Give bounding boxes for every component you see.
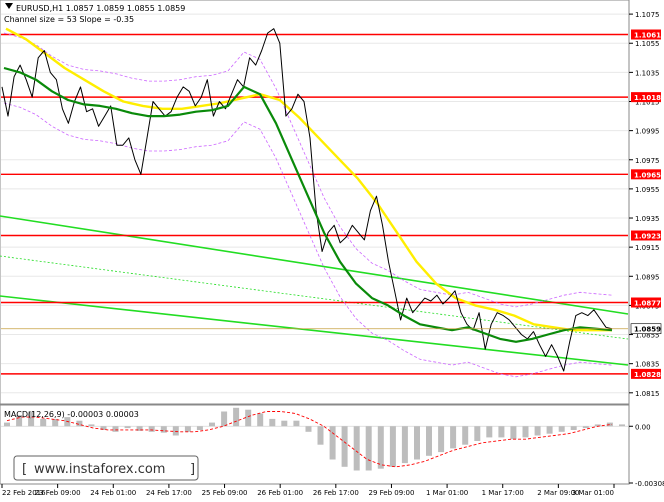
macd-histogram-bar xyxy=(414,426,420,460)
macd-histogram-bar xyxy=(401,426,408,464)
macd-histogram-bar xyxy=(486,426,493,438)
macd-histogram-bar xyxy=(305,426,312,432)
watermark-banner: [ www.instaforex.com ] xyxy=(13,455,199,481)
macd-histogram-bar xyxy=(196,426,203,430)
chart-svg: 1.10751.10551.10351.10151.09951.09751.09… xyxy=(0,0,664,498)
macd-histogram-bar xyxy=(498,426,505,438)
macd-histogram-bar xyxy=(510,426,517,440)
x-tick-label: 24 Feb 01:00 xyxy=(90,489,136,497)
level-tag-label: 1.1061 xyxy=(634,32,661,40)
y-tick-label: 1.0955 xyxy=(635,186,660,194)
macd-histogram-bar xyxy=(160,426,167,433)
chart-header: EURUSD,H1 1.0857 1.0859 1.0855 1.0859 xyxy=(16,4,185,13)
x-tick-label: 1 Mar 01:00 xyxy=(426,489,468,497)
macd-histogram-bar xyxy=(221,411,228,427)
macd-histogram-bar xyxy=(257,413,264,427)
x-tick-label: 23 Feb 09:00 xyxy=(35,489,81,497)
macd-histogram-bar xyxy=(570,426,577,430)
macd-histogram-bar xyxy=(317,426,324,445)
macd-histogram-bar xyxy=(450,426,457,449)
macd-histogram-bar xyxy=(124,426,131,429)
macd-histogram-bar xyxy=(438,426,445,453)
macd-histogram-bar xyxy=(377,426,384,469)
watermark-text: www.instaforex.com xyxy=(34,462,165,477)
y-tick-label: 1.1075 xyxy=(635,11,660,19)
macd-y-tick-label: -0.00308 xyxy=(635,480,664,488)
macd-histogram-bar xyxy=(233,407,240,427)
macd-histogram-bar xyxy=(365,426,372,471)
channel-info: Channel size = 53 Slope = -0.35 xyxy=(4,15,134,24)
level-tag-label: 1.0877 xyxy=(634,300,661,308)
macd-histogram-bar xyxy=(281,420,288,427)
macd-histogram-bar xyxy=(426,426,432,456)
x-tick-label: 1 Mar 17:00 xyxy=(482,489,524,497)
macd-histogram-bar xyxy=(522,426,529,438)
x-tick-label: 29 Feb 09:00 xyxy=(368,489,414,497)
level-tag-label: 1.1018 xyxy=(634,94,661,102)
level-tag-label: 1.0923 xyxy=(634,233,661,241)
macd-histogram-bar xyxy=(40,418,47,427)
y-tick-label: 1.0815 xyxy=(635,390,660,398)
y-tick-label: 1.1035 xyxy=(635,69,660,77)
y-tick-label: 1.0935 xyxy=(635,215,660,223)
macd-histogram-bar xyxy=(389,426,396,467)
y-tick-label: 1.0895 xyxy=(635,273,660,281)
macd-histogram-bar xyxy=(245,409,252,427)
macd-histogram-bar xyxy=(534,426,541,436)
macd-histogram-bar xyxy=(269,418,276,427)
macd-histogram-bar xyxy=(209,422,215,427)
macd-histogram-bar xyxy=(184,426,191,432)
macd-histogram-bar xyxy=(341,426,348,467)
macd-histogram-bar xyxy=(353,426,360,471)
x-tick-label: 26 Feb 01:00 xyxy=(257,489,303,497)
chart-root: 1.1075 1.1055 1.1035 1.1015 1.0995 1.0975 1.09… xyxy=(0,0,664,498)
macd-title: MACD(12,26,9) -0.00003 0.00003 xyxy=(4,410,139,419)
current-price-tag-label: 1.0859 xyxy=(634,326,661,334)
macd-histogram-bar xyxy=(112,426,119,432)
y-tick-label: 1.1055 xyxy=(635,40,660,48)
macd-histogram-bar xyxy=(619,424,625,427)
x-tick-label: 3 Mar 01:00 xyxy=(572,489,614,497)
macd-histogram-bar xyxy=(88,424,95,427)
macd-histogram-bar xyxy=(546,426,553,434)
macd-histogram-bar xyxy=(148,426,155,432)
watermark-bracket-icon: ] xyxy=(190,462,195,477)
macd-histogram-bar xyxy=(558,426,565,432)
macd-y-tick-label: 0.00 xyxy=(635,423,651,431)
macd-histogram-bar xyxy=(474,426,481,441)
macd-histogram-bar xyxy=(172,426,179,436)
watermark-bracket-icon: [ xyxy=(22,462,27,477)
x-tick-label: 25 Feb 09:00 xyxy=(202,489,248,497)
y-tick-label: 1.0975 xyxy=(635,157,660,165)
x-tick-label: 24 Feb 17:00 xyxy=(146,489,192,497)
macd-histogram-bar xyxy=(293,420,300,427)
y-tick-label: 1.0835 xyxy=(635,361,660,369)
macd-histogram-bar xyxy=(4,422,10,427)
level-tag-label: 1.0828 xyxy=(634,371,661,379)
level-tag-label: 1.0965 xyxy=(634,171,661,179)
macd-histogram-bar xyxy=(582,426,589,429)
y-tick-label: 1.0915 xyxy=(635,244,660,252)
x-tick-label: 26 Feb 17:00 xyxy=(313,489,359,497)
macd-histogram-bar xyxy=(462,426,469,445)
y-tick-label: 1.0995 xyxy=(635,128,660,136)
